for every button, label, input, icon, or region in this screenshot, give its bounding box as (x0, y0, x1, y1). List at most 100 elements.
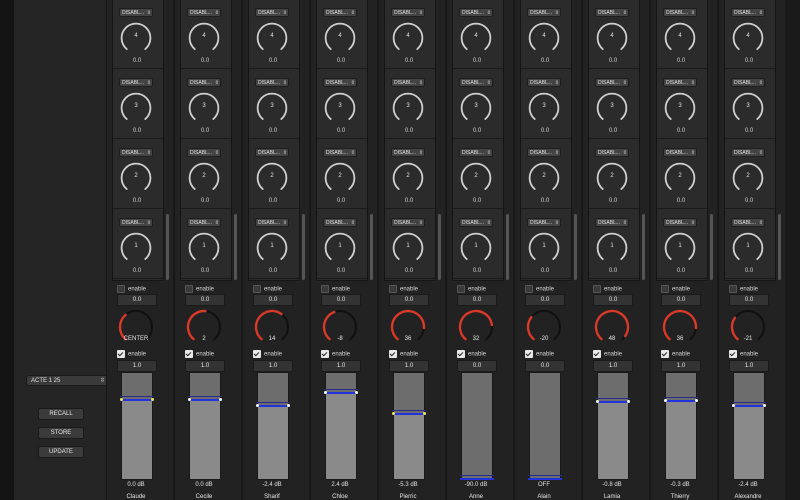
send-mode-select[interactable]: DISABL... ⇳ (731, 78, 765, 87)
fader-handle[interactable] (528, 478, 562, 480)
send-mode-select[interactable]: DISABL... ⇳ (391, 78, 425, 87)
send-mode-select[interactable]: DISABL... ⇳ (527, 78, 561, 87)
scrollbar[interactable] (710, 214, 713, 280)
scrollbar[interactable] (302, 214, 305, 280)
checkbox[interactable] (593, 350, 601, 358)
volume-fader[interactable] (664, 372, 698, 480)
pan-value-field[interactable]: 0.0 (253, 294, 293, 306)
pan-value-field[interactable]: 0.0 (185, 294, 225, 306)
send-mode-select[interactable]: DISABL... ⇳ (595, 78, 629, 87)
pan-value-field[interactable]: 0.0 (525, 294, 565, 306)
send-mode-select[interactable]: DISABL... ⇳ (595, 218, 629, 227)
send-mode-select[interactable]: DISABL... ⇳ (255, 148, 289, 157)
send-mode-select[interactable]: DISABL... ⇳ (119, 218, 153, 227)
send-mode-select[interactable]: DISABL... ⇳ (323, 218, 357, 227)
send-mode-select[interactable]: DISABL... ⇳ (187, 8, 221, 17)
gain-value-field[interactable]: 1.0 (253, 360, 293, 372)
checkbox[interactable] (593, 285, 601, 293)
checkbox[interactable] (117, 350, 125, 358)
checkbox[interactable] (661, 285, 669, 293)
checkbox[interactable] (729, 350, 737, 358)
gain-value-field[interactable]: 1.0 (117, 360, 157, 372)
pan-enable-checkbox[interactable]: enable (525, 285, 554, 293)
send-mode-select[interactable]: DISABL... ⇳ (187, 148, 221, 157)
gain-value-field[interactable]: 0.0 (457, 360, 497, 372)
volume-fader[interactable] (460, 372, 494, 480)
recall-button[interactable]: RECALL (38, 408, 84, 420)
send-mode-select[interactable]: DISABL... ⇳ (595, 148, 629, 157)
pan-enable-checkbox[interactable]: enable (661, 285, 690, 293)
fader-handle[interactable] (732, 404, 766, 407)
pan-value-field[interactable]: 0.0 (661, 294, 701, 306)
pan-enable-checkbox[interactable]: enable (729, 285, 758, 293)
fader-handle[interactable] (460, 478, 494, 480)
scrollbar[interactable] (642, 214, 645, 280)
pan-enable-checkbox[interactable]: enable (185, 285, 214, 293)
send-mode-select[interactable]: DISABL... ⇳ (391, 218, 425, 227)
scrollbar[interactable] (574, 214, 577, 280)
fader-handle[interactable] (324, 392, 358, 395)
gain-value-field[interactable]: 1.0 (185, 360, 225, 372)
fader-handle[interactable] (256, 404, 290, 407)
send-mode-select[interactable]: DISABL... ⇳ (255, 8, 289, 17)
send-mode-select[interactable]: DISABL... ⇳ (323, 8, 357, 17)
fader-enable-checkbox[interactable]: enable (321, 350, 350, 358)
send-mode-select[interactable]: DISABL... ⇳ (663, 218, 697, 227)
volume-fader[interactable] (256, 372, 290, 480)
scrollbar[interactable] (506, 214, 509, 280)
volume-fader[interactable] (392, 372, 426, 480)
gain-value-field[interactable]: 1.0 (593, 360, 633, 372)
checkbox[interactable] (389, 285, 397, 293)
pan-value-field[interactable]: 0.0 (117, 294, 157, 306)
send-mode-select[interactable]: DISABL... ⇳ (391, 8, 425, 17)
store-button[interactable]: STORE (38, 427, 84, 439)
send-mode-select[interactable]: DISABL... ⇳ (459, 218, 493, 227)
checkbox[interactable] (321, 285, 329, 293)
fader-enable-checkbox[interactable]: enable (253, 350, 282, 358)
scrollbar[interactable] (166, 214, 169, 280)
send-mode-select[interactable]: DISABL... ⇳ (119, 8, 153, 17)
pan-value-field[interactable]: 0.0 (321, 294, 361, 306)
pan-enable-checkbox[interactable]: enable (253, 285, 282, 293)
send-mode-select[interactable]: DISABL... ⇳ (459, 8, 493, 17)
checkbox[interactable] (253, 285, 261, 293)
send-mode-select[interactable]: DISABL... ⇳ (119, 148, 153, 157)
gain-value-field[interactable]: 1.0 (661, 360, 701, 372)
checkbox[interactable] (457, 350, 465, 358)
send-mode-select[interactable]: DISABL... ⇳ (731, 148, 765, 157)
send-mode-select[interactable]: DISABL... ⇳ (595, 8, 629, 17)
pan-enable-checkbox[interactable]: enable (321, 285, 350, 293)
volume-fader[interactable] (324, 372, 358, 480)
checkbox[interactable] (321, 350, 329, 358)
fader-handle[interactable] (120, 398, 154, 401)
send-mode-select[interactable]: DISABL... ⇳ (391, 148, 425, 157)
fader-enable-checkbox[interactable]: enable (389, 350, 418, 358)
fader-handle[interactable] (596, 400, 630, 403)
send-mode-select[interactable]: DISABL... ⇳ (663, 8, 697, 17)
checkbox[interactable] (661, 350, 669, 358)
send-mode-select[interactable]: DISABL... ⇳ (527, 148, 561, 157)
send-mode-select[interactable]: DISABL... ⇳ (527, 218, 561, 227)
send-mode-select[interactable]: DISABL... ⇳ (459, 78, 493, 87)
send-mode-select[interactable]: DISABL... ⇳ (119, 78, 153, 87)
send-mode-select[interactable]: DISABL... ⇳ (731, 8, 765, 17)
send-mode-select[interactable]: DISABL... ⇳ (187, 218, 221, 227)
pan-value-field[interactable]: 0.0 (389, 294, 429, 306)
send-mode-select[interactable]: DISABL... ⇳ (187, 78, 221, 87)
fader-enable-checkbox[interactable]: enable (593, 350, 622, 358)
send-mode-select[interactable]: DISABL... ⇳ (323, 78, 357, 87)
checkbox[interactable] (389, 350, 397, 358)
scene-select[interactable]: ACTE 1 25 ⇳ (26, 375, 108, 386)
volume-fader[interactable] (596, 372, 630, 480)
pan-value-field[interactable]: 0.0 (593, 294, 633, 306)
fader-enable-checkbox[interactable]: enable (117, 350, 146, 358)
pan-value-field[interactable]: 0.0 (729, 294, 769, 306)
update-button[interactable]: UPDATE (38, 446, 84, 458)
pan-enable-checkbox[interactable]: enable (117, 285, 146, 293)
gain-value-field[interactable]: 0.0 (525, 360, 565, 372)
send-mode-select[interactable]: DISABL... ⇳ (255, 218, 289, 227)
gain-value-field[interactable]: 1.0 (389, 360, 429, 372)
scrollbar[interactable] (370, 214, 373, 280)
checkbox[interactable] (525, 285, 533, 293)
checkbox[interactable] (525, 350, 533, 358)
